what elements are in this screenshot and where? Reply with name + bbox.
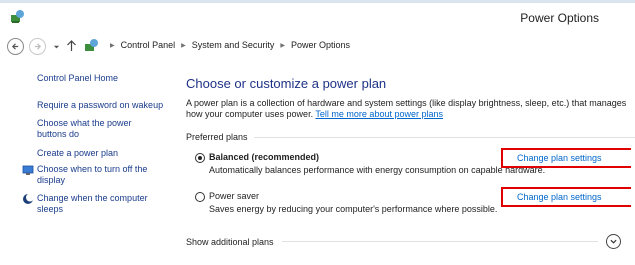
display-icon: [22, 165, 34, 175]
breadcrumb: ▶ Control Panel ▶ System and Security ▶ …: [104, 40, 350, 50]
power-options-icon: [11, 10, 24, 23]
window-title: Power Options: [520, 11, 599, 25]
sidebar-item-create-plan[interactable]: Create a power plan: [37, 148, 172, 159]
chevron-down-icon[interactable]: [52, 43, 61, 52]
plan-description: Automatically balances performance with …: [209, 165, 546, 175]
divider: [253, 136, 635, 138]
breadcrumb-separator-icon: ▶: [110, 42, 115, 49]
breadcrumb-separator-icon: ▶: [181, 42, 186, 49]
breadcrumb-separator-icon: ▶: [280, 42, 285, 49]
preferred-plans-label: Preferred plans: [186, 132, 248, 142]
change-plan-settings-link[interactable]: Change plan settings: [501, 187, 631, 207]
plan-name[interactable]: Power saver: [209, 191, 259, 201]
change-plan-settings-link[interactable]: Change plan settings: [501, 148, 631, 168]
sidebar-item-power-buttons[interactable]: Choose what the power buttons do: [37, 118, 147, 140]
forward-button[interactable]: [29, 38, 46, 55]
preferred-plans-group: Preferred plans: [186, 132, 635, 142]
breadcrumb-power-options[interactable]: Power Options: [291, 40, 350, 50]
radio-balanced[interactable]: [195, 153, 205, 163]
sidebar-item-computer-sleeps[interactable]: Change when the computer sleeps: [37, 193, 157, 215]
expand-button[interactable]: [606, 234, 621, 249]
back-button[interactable]: [7, 38, 24, 55]
breadcrumb-system-security[interactable]: System and Security: [192, 40, 275, 50]
title-bar: Power Options: [0, 0, 635, 34]
radio-power-saver[interactable]: [195, 192, 205, 202]
show-additional-plans-label[interactable]: Show additional plans: [186, 237, 274, 247]
sidebar-control-panel-home[interactable]: Control Panel Home: [37, 73, 172, 84]
additional-plans-row[interactable]: Show additional plans: [186, 234, 635, 249]
intro-text: A power plan is a collection of hardware…: [186, 98, 631, 120]
forward-arrow-icon: [34, 43, 42, 50]
expand-icon: [610, 239, 617, 244]
plan-name[interactable]: Balanced (recommended): [209, 152, 319, 162]
sidebar-item-turn-off-display[interactable]: Choose when to turn off the display: [37, 164, 152, 186]
moon-icon: [23, 193, 34, 204]
control-panel-icon: [85, 39, 98, 51]
address-bar: ▶ Control Panel ▶ System and Security ▶ …: [0, 34, 635, 60]
plan-description: Saves energy by reducing your computer's…: [209, 204, 498, 214]
page-title: Choose or customize a power plan: [186, 76, 387, 91]
back-arrow-icon: [11, 43, 19, 50]
breadcrumb-control-panel[interactable]: Control Panel: [121, 40, 176, 50]
sidebar-item-require-password[interactable]: Require a password on wakeup: [37, 100, 172, 111]
intro-link[interactable]: Tell me more about power plans: [315, 109, 443, 119]
up-arrow-icon[interactable]: [66, 40, 77, 52]
divider: [281, 241, 598, 242]
